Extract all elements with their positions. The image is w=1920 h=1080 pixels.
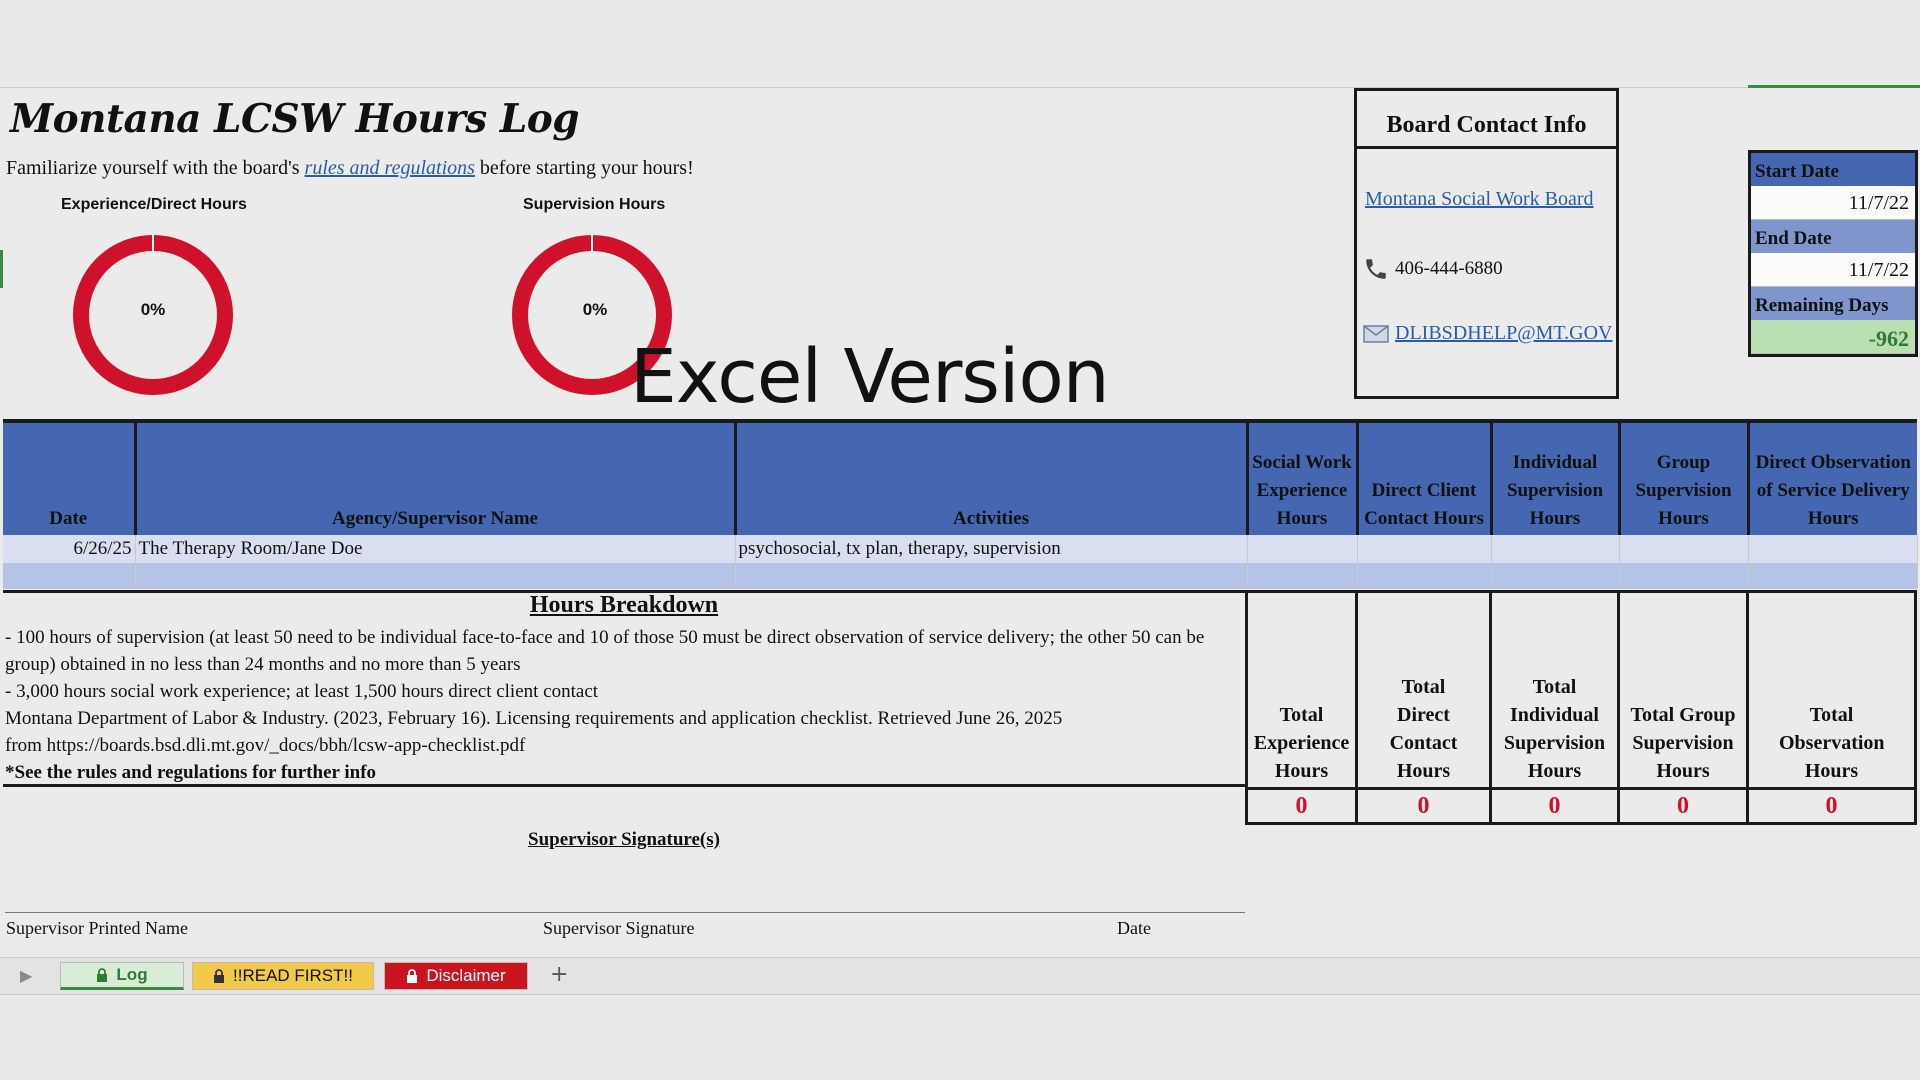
total-direct-contact-column: Total Direct Contact Hours 0: [1355, 590, 1489, 825]
start-date-value[interactable]: 11/7/22: [1751, 186, 1915, 220]
tab-log-label: Log: [116, 965, 148, 984]
cell-individual-supervision[interactable]: [1491, 535, 1620, 563]
end-date-label: End Date: [1751, 220, 1915, 253]
cell-date[interactable]: 6/26/25: [3, 535, 136, 563]
rules-link[interactable]: rules and regulations: [305, 157, 475, 179]
header-agency[interactable]: Agency/Supervisor Name: [135, 419, 737, 535]
total-direct-contact-label: Total Direct Contact Hours: [1389, 676, 1458, 782]
total-experience-column: Total Experience Hours 0: [1245, 590, 1355, 825]
experience-chart-label: Experience/Direct Hours: [61, 196, 247, 213]
cell-observation[interactable]: [1748, 535, 1918, 563]
header-date[interactable]: Date: [3, 419, 137, 535]
header-direct-contact-hours[interactable]: Direct Client Contact Hours: [1357, 419, 1493, 535]
total-direct-contact-value: 0: [1358, 787, 1489, 825]
cell-activities[interactable]: [735, 563, 1248, 589]
total-experience-value: 0: [1248, 787, 1355, 825]
tab-log[interactable]: Log: [60, 962, 184, 990]
total-individual-supervision-label: Total Individual Supervision Hours: [1503, 676, 1606, 782]
printed-name-label: Supervisor Printed Name: [6, 918, 188, 938]
selection-indicator: [1748, 85, 1920, 88]
total-individual-supervision-column: Total Individual Supervision Hours 0: [1489, 590, 1617, 825]
header-activities[interactable]: Activities: [735, 419, 1249, 535]
lock-icon: [97, 968, 108, 982]
total-experience-label: Total Experience Hours: [1253, 704, 1350, 782]
table-row: [3, 563, 1918, 589]
remaining-days-value: -962: [1751, 320, 1915, 354]
total-group-supervision-label: Total Group Supervision Hours: [1630, 704, 1736, 782]
board-link[interactable]: Montana Social Work Board: [1365, 188, 1594, 211]
header-group-supervision-hours[interactable]: Group Supervision Hours: [1619, 419, 1750, 535]
breakdown-line: - 3,000 hours social work experience; at…: [5, 681, 599, 702]
cell-observation[interactable]: [1748, 563, 1918, 589]
cell-direct-contact[interactable]: [1357, 535, 1492, 563]
table-header-row: Date Agency/Supervisor Name Activities S…: [3, 419, 1917, 535]
total-group-supervision-column: Total Group Supervision Hours 0: [1617, 590, 1746, 825]
board-phone-number: 406-444-6880: [1395, 258, 1503, 279]
cell-experience[interactable]: [1247, 535, 1358, 563]
total-observation-value: 0: [1749, 787, 1914, 825]
breakdown-line: - 100 hours of supervision (at least 50 …: [5, 627, 1205, 675]
cell-agency[interactable]: The Therapy Room/Jane Doe: [135, 535, 736, 563]
hours-log-table: Date Agency/Supervisor Name Activities S…: [3, 419, 1918, 589]
cell-activities[interactable]: psychosocial, tx plan, therapy, supervis…: [735, 535, 1248, 563]
board-email: DLIBSDHELP@MT.GOV: [1363, 322, 1613, 345]
tab-disclaimer-label: Disclaimer: [426, 966, 506, 985]
total-group-supervision-value: 0: [1620, 787, 1746, 825]
end-date-value[interactable]: 11/7/22: [1751, 253, 1915, 287]
cell-individual-supervision[interactable]: [1491, 563, 1620, 589]
cell-date[interactable]: [3, 563, 136, 589]
board-contact-heading: Board Contact Info: [1357, 88, 1616, 149]
intro-after: before starting your hours!: [474, 157, 694, 179]
signature-label: Supervisor Signature: [543, 918, 695, 938]
breakdown-note: *See the rules and regulations for furth…: [5, 762, 377, 783]
total-observation-column: Total Observation Hours 0: [1746, 590, 1917, 825]
supervision-percent: 0%: [582, 300, 608, 319]
totals-section: Total Experience Hours 0 Total Direct Co…: [1245, 590, 1917, 825]
supervisor-signature-title: Supervisor Signature(s): [528, 829, 720, 850]
page-title: Montana LCSW Hours Log: [10, 96, 580, 142]
header-individual-supervision-hours[interactable]: Individual Supervision Hours: [1491, 419, 1621, 535]
header-observation-hours[interactable]: Direct Observation of Service Delivery H…: [1748, 419, 1917, 535]
row-selection-indicator: [0, 250, 3, 288]
intro-text: Familiarize yourself with the board's ru…: [6, 157, 694, 180]
total-individual-supervision-value: 0: [1492, 787, 1617, 825]
date-label: Date: [1117, 918, 1151, 938]
sheet-tab-bar: ▶ Log !!READ FIRST!! Disclaimer +: [0, 957, 1920, 995]
cell-direct-contact[interactable]: [1357, 563, 1492, 589]
total-observation-label: Total Observation Hours: [1779, 704, 1885, 782]
tab-disclaimer[interactable]: Disclaimer: [384, 962, 528, 990]
start-date-label: Start Date: [1751, 153, 1915, 186]
tab-read-first-label: !!READ FIRST!!: [233, 966, 353, 985]
experience-percent: 0%: [140, 300, 166, 319]
supervision-chart-label: Supervision Hours: [523, 196, 666, 213]
phone-icon: [1366, 259, 1386, 279]
cell-experience[interactable]: [1247, 563, 1358, 589]
cell-agency[interactable]: [135, 563, 736, 589]
scroll-tabs-right-icon[interactable]: ▶: [20, 966, 32, 985]
hours-breakdown-text: - 100 hours of supervision (at least 50 …: [5, 624, 1235, 786]
board-contact-box: Board Contact Info Montana Social Work B…: [1354, 88, 1619, 399]
board-phone: 406-444-6880: [1363, 256, 1503, 282]
header-experience-hours[interactable]: Social Work Experience Hours: [1247, 419, 1359, 535]
dates-box: Start Date 11/7/22 End Date 11/7/22 Rema…: [1748, 150, 1918, 357]
tab-read-first[interactable]: !!READ FIRST!!: [192, 962, 374, 990]
remaining-days-label: Remaining Days: [1751, 287, 1915, 320]
breakdown-citation: Montana Department of Labor & Industry. …: [5, 708, 1063, 756]
table-row: 6/26/25 The Therapy Room/Jane Doe psycho…: [3, 535, 1918, 563]
email-icon: [1363, 324, 1389, 343]
intro-before: Familiarize yourself with the board's: [6, 157, 305, 179]
cell-group-supervision[interactable]: [1619, 535, 1749, 563]
lock-icon: [407, 969, 418, 983]
hours-breakdown-title: Hours Breakdown: [529, 592, 719, 618]
signature-line: [5, 912, 1245, 913]
cell-group-supervision[interactable]: [1619, 563, 1749, 589]
add-sheet-button[interactable]: +: [550, 962, 568, 987]
board-email-link[interactable]: DLIBSDHELP@MT.GOV: [1395, 322, 1613, 345]
excel-version-overlay: Excel Version: [630, 334, 1110, 420]
lock-icon: [214, 969, 225, 983]
